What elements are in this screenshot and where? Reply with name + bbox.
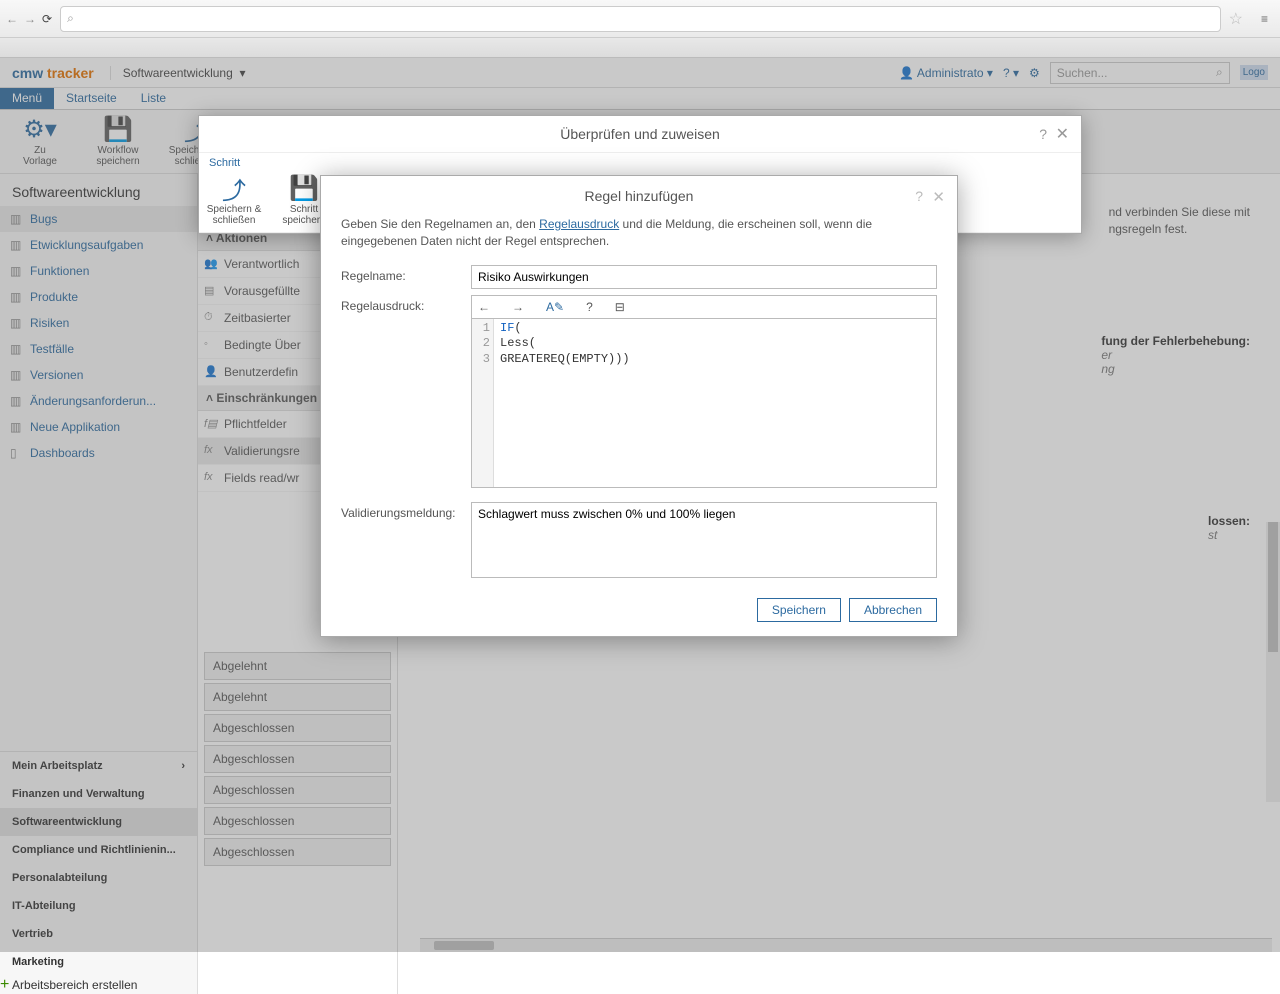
panel-close-icon[interactable]: ✕ [1056,124,1069,144]
browser-toolbar: ← → ⟳ ⌕ ☆ ≡ [0,0,1280,38]
workspace-item[interactable]: Marketing [0,948,197,976]
modal-help-icon[interactable]: ? [915,188,923,204]
modal-description: Geben Sie den Regelnamen an, den Regelau… [321,216,957,262]
expression-editor[interactable]: 123 IF( Less( GREATEREQ(EMPTY))) [471,318,937,488]
redo-icon[interactable]: → [512,300,524,314]
line-gutter: 123 [472,319,494,487]
expr-help-icon[interactable]: ? [586,300,593,314]
clear-icon[interactable]: ⊟ [615,300,625,314]
create-workspace[interactable]: + Arbeitsbereich erstellen [0,976,197,994]
undo-icon[interactable]: ← [478,300,490,314]
rule-name-input[interactable] [471,265,937,289]
validation-message-input[interactable] [471,502,937,578]
modal-close-icon[interactable]: ✕ [932,188,945,206]
add-rule-modal: Regel hinzufügen ? ✕ Geben Sie den Regel… [320,175,958,637]
reload-icon[interactable]: ⟳ [42,12,52,26]
label-rule-name: Regelname: [341,265,471,283]
expression-toolbar: ← → A✎ ? ⊟ [471,295,937,318]
panel-help-icon[interactable]: ? [1039,126,1047,142]
browser-menu-icon[interactable]: ≡ [1255,12,1274,26]
modal-title: Regel hinzufügen [585,188,694,204]
breadcrumb[interactable]: Schritt [199,153,1081,169]
format-icon[interactable]: A✎ [546,300,564,314]
cancel-button[interactable]: Abbrechen [849,598,937,622]
bookmark-icon[interactable]: ☆ [1229,9,1243,29]
panel-title: Überprüfen und zuweisen [560,126,720,142]
rule-expression-link[interactable]: Regelausdruck [539,217,619,231]
search-icon: ⌕ [67,11,74,26]
url-bar[interactable]: ⌕ [60,6,1221,32]
forward-icon[interactable]: → [24,12,36,26]
save-button[interactable]: Speichern [757,598,841,622]
code-content[interactable]: IF( Less( GREATEREQ(EMPTY))) [494,319,636,487]
panel-save-close[interactable]: ⤴Speichern & schließen [209,175,259,226]
browser-gap [0,38,1280,58]
label-rule-expression: Regelausdruck: [341,295,471,313]
label-validation-message: Validierungsmeldung: [341,502,471,520]
back-icon[interactable]: ← [6,12,18,26]
